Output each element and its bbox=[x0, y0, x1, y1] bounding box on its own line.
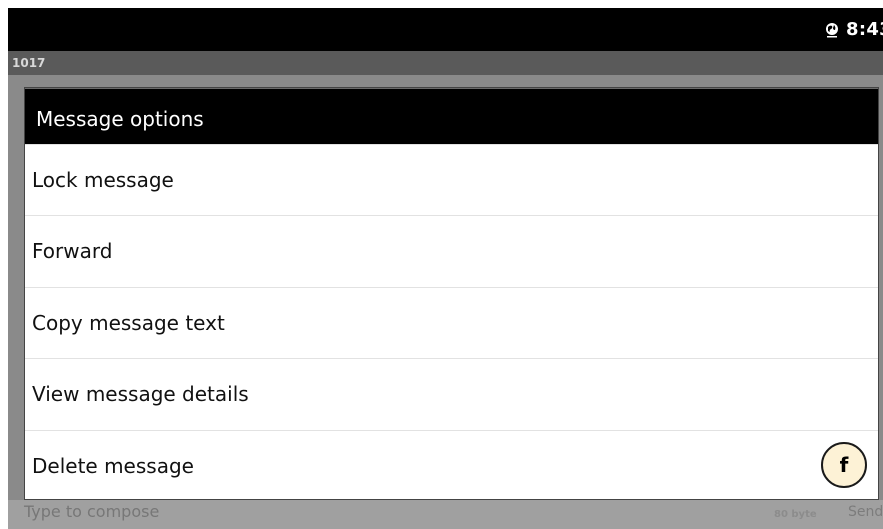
globe-icon bbox=[826, 23, 838, 38]
conversation-header: 1017 bbox=[8, 51, 883, 75]
menu-item-delete-message[interactable]: Delete message bbox=[25, 429, 878, 499]
byte-counter: 80 byte bbox=[774, 509, 817, 520]
menu-item-copy-message-text[interactable]: Copy message text bbox=[25, 286, 878, 358]
status-time: 8:43 bbox=[846, 19, 883, 40]
send-button[interactable]: Send bbox=[848, 504, 883, 520]
message-options-dialog: Message options Lock message Forward Cop… bbox=[24, 87, 879, 500]
compose-input[interactable]: Type to compose bbox=[24, 502, 159, 521]
menu-item-forward[interactable]: Forward bbox=[25, 215, 878, 286]
compose-bar: Type to compose 80 byte Send bbox=[8, 500, 883, 529]
menu-item-lock-message[interactable]: Lock message bbox=[25, 144, 878, 215]
dialog-title: Message options bbox=[25, 88, 878, 144]
status-bar: 8:43 bbox=[8, 8, 883, 51]
annotation-badge: f bbox=[821, 442, 867, 488]
menu-item-view-message-details[interactable]: View message details bbox=[25, 358, 878, 429]
